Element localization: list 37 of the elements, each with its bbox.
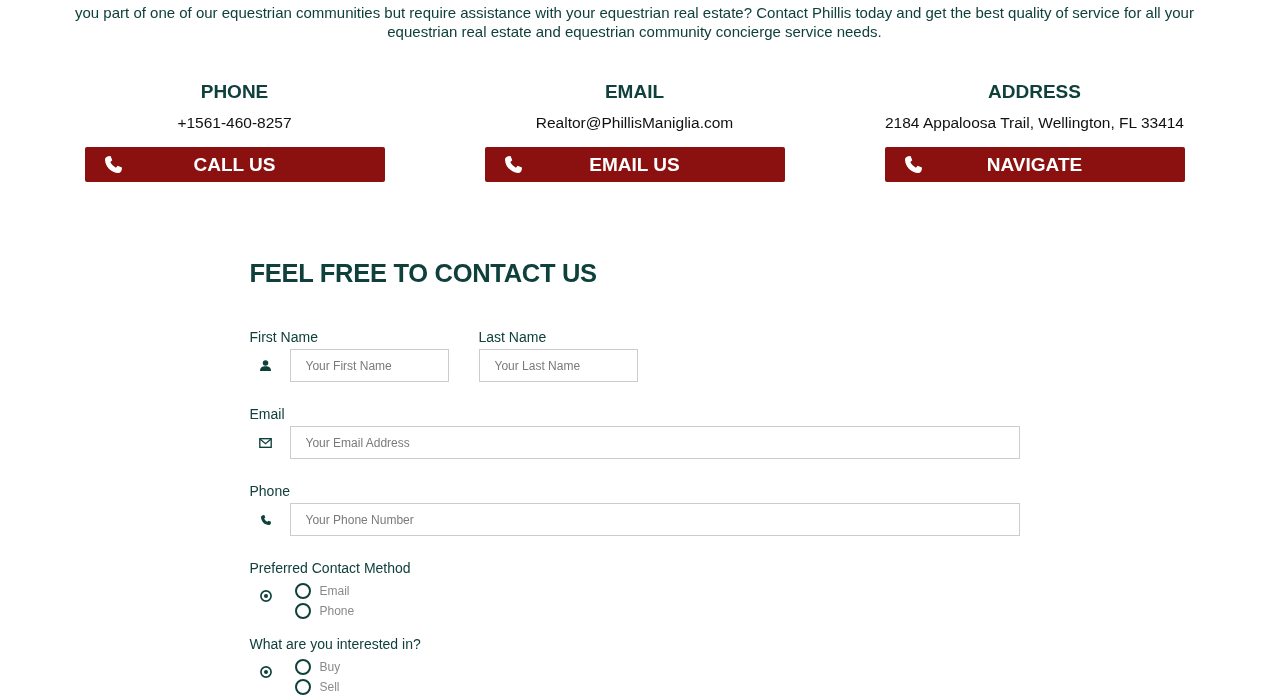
form-title: FEEL FREE TO CONTACT US: [249, 258, 598, 289]
contact-card-heading: PHONE: [200, 80, 269, 104]
phone-icon: [504, 156, 522, 173]
contact-card-heading: ADDRESS: [988, 80, 1081, 104]
phone-icon: [904, 156, 922, 173]
contact-button[interactable]: EMAIL US: [484, 147, 785, 182]
name-field[interactable]: Your First Name: [289, 349, 449, 382]
name-field[interactable]: Your Last Name: [478, 349, 638, 382]
email-field[interactable]: Your Email Address: [289, 426, 1020, 459]
contact-card-value: +1561-460-8257: [177, 113, 292, 133]
user-icon: [260, 360, 271, 371]
dot-circle-icon: [259, 666, 272, 678]
dot-circle-icon: [259, 590, 272, 602]
phone-icon: [260, 514, 271, 525]
radio-button[interactable]: [294, 679, 311, 695]
radio-button[interactable]: [294, 659, 311, 675]
contact-card-value: Realtor@PhillisManiglia.com: [535, 113, 734, 133]
field-label: Email: [249, 405, 286, 423]
radio-label: Buy: [319, 660, 341, 674]
contact-button[interactable]: CALL US: [84, 147, 385, 182]
contact-button[interactable]: NAVIGATE: [884, 147, 1185, 182]
radio-button[interactable]: [294, 603, 311, 619]
field-label: Preferred Contact Method: [249, 559, 412, 577]
phone-field[interactable]: Your Phone Number: [289, 503, 1020, 536]
radio-label: Email: [319, 584, 350, 598]
phone-icon: [104, 156, 122, 173]
field-label: Phone: [249, 482, 291, 500]
field-label: What are you interested in?: [249, 635, 422, 653]
radio-label: Phone: [319, 604, 355, 618]
intro-paragraph: you part of one of our equestrian communities but require assistance with your equestrian real estate? Contact Phillis today and get the best quality of service for all your equestrian real estate and equestrian community concierge service needs.: [74, 3, 1195, 41]
field-label: Last Name: [478, 328, 548, 346]
radio-label: Sell: [319, 680, 340, 694]
radio-button[interactable]: [294, 583, 311, 599]
field-label: First Name: [249, 328, 319, 346]
contact-card-value: 2184 Appaloosa Trail, Wellington, FL 33414: [885, 113, 1184, 133]
contact-card-heading: EMAIL: [604, 80, 665, 104]
envelope-icon: [259, 437, 272, 448]
